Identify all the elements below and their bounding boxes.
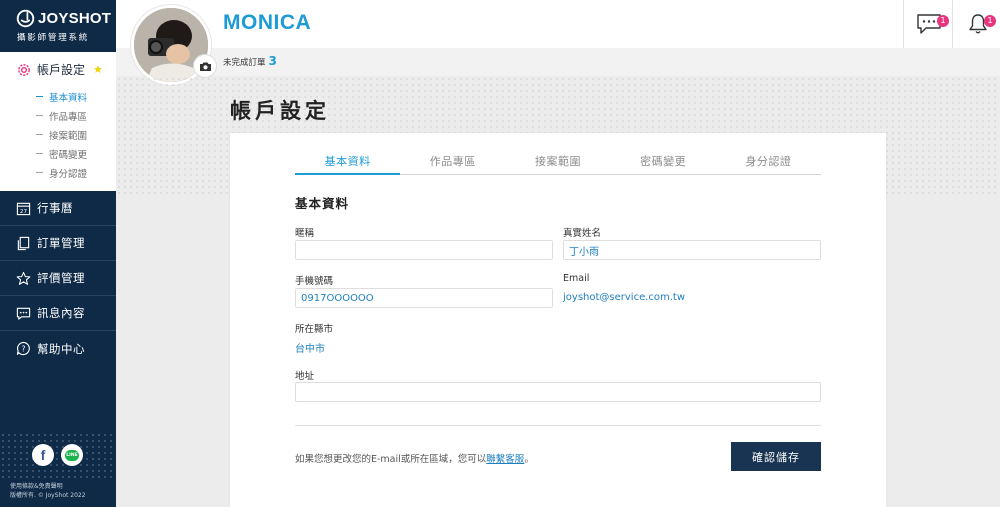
section-title: 基本資料 [295,196,350,211]
svg-text:?: ? [22,344,26,353]
address-label: 地址 [295,371,315,382]
tab-password[interactable]: 密碼變更 [611,147,716,174]
nav-item-reviews[interactable]: 評價管理 [0,261,116,296]
gear-icon [18,63,30,76]
tab-service-area[interactable]: 接案範圍 [505,147,610,174]
star-icon [16,271,31,285]
line-icon[interactable]: LINE [61,444,83,466]
sidebar-footer: 使用條款&免責聲明 版權所有. © JoyShot 2022 [10,482,86,500]
notifications-button[interactable]: 1 [952,0,1000,48]
account-settings-menu: 帳戶設定 ★ 基本資料 作品專區 接案範圍 密碼變更 身分認證 [0,52,116,191]
facebook-icon[interactable]: f [32,444,54,466]
realname-field[interactable] [563,240,821,260]
user-name: MONICA [223,11,312,34]
nav-item-messages[interactable]: 訊息內容 [0,296,116,331]
nav-item-help[interactable]: ? 幫助中心 [0,331,116,366]
realname-label: 真實姓名 [563,228,602,239]
account-tabs: 基本資料 作品專區 接案範圍 密碼變更 身分認證 [295,147,821,175]
brand[interactable]: JOYSHOT 攝影師管理系統 [0,0,116,52]
address-field[interactable] [295,382,821,402]
pending-orders-label: 未完成訂單 [223,58,266,68]
submenu-label: 基本資料 [49,92,88,104]
city-label: 所在縣市 [295,324,334,335]
chat-icon [16,307,31,320]
nickname-label: 暱稱 [295,228,315,239]
submenu-item-password[interactable]: 密碼變更 [36,144,116,163]
terms-link[interactable]: 使用條款&免責聲明 [10,482,86,491]
dash-icon [36,115,43,116]
nav-label: 評價管理 [37,271,85,285]
main-nav: 27 行事曆 訂單管理 評價管理 訊息內容 ? 幫助中心 [0,191,116,366]
camera-icon[interactable] [194,55,216,77]
email-label: Email [563,273,590,284]
pending-orders-count: 3 [268,54,277,68]
dash-icon [36,172,43,173]
brand-subtitle: 攝影師管理系統 [17,33,90,43]
calendar-icon: 27 [16,202,31,215]
tab-identity[interactable]: 身分認證 [716,147,821,174]
notification-badge: 1 [984,15,996,27]
pending-orders[interactable]: 未完成訂單 3 [223,54,277,68]
contact-note: 如果您想更改您的E-mail或所在區域，您可以 聯繫客服 。 [295,451,534,465]
account-form-card: 基本資料 作品專區 接案範圍 密碼變更 身分認證 基本資料 暱稱 真實姓名 手機… [230,133,886,507]
submenu-label: 作品專區 [49,111,88,123]
nickname-field[interactable] [295,240,553,260]
submenu-item-identity[interactable]: 身分認證 [36,163,116,182]
submenu-item-portfolio[interactable]: 作品專區 [36,106,116,125]
dash-icon [36,153,43,154]
submenu-item-service-area[interactable]: 接案範圍 [36,125,116,144]
nav-item-orders[interactable]: 訂單管理 [0,226,116,261]
joyshot-logo-icon [16,9,35,28]
page-title: 帳戶設定 [230,99,330,123]
contact-support-link[interactable]: 聯繫客服 [486,451,524,465]
submenu-label: 身分認證 [49,168,88,180]
copyright-text: 版權所有. © JoyShot 2022 [10,492,86,499]
divider [295,425,821,426]
submenu-item-basic-info[interactable]: 基本資料 [36,87,116,106]
nav-label: 訂單管理 [37,236,85,250]
star-icon: ★ [93,63,103,76]
phone-label: 手機號碼 [295,276,334,287]
contact-note-suffix: 。 [524,454,534,465]
tab-portfolio[interactable]: 作品專區 [400,147,505,174]
nav-label: 行事曆 [37,201,73,215]
svg-text:27: 27 [20,209,28,215]
dash-icon [36,96,43,97]
decorative-dots [0,432,116,478]
email-value: joyshot@service.com.tw [563,292,686,303]
account-settings-title: 帳戶設定 [37,63,86,77]
messages-button[interactable]: 1 [903,0,953,48]
dash-icon [36,134,43,135]
submenu-label: 密碼變更 [49,149,88,161]
tab-basic-info[interactable]: 基本資料 [295,147,401,175]
city-value: 台中市 [295,344,325,355]
order-icon [17,236,30,250]
contact-note-text: 如果您想更改您的E-mail或所在區域，您可以 [295,454,487,465]
save-button[interactable]: 確認儲存 [731,442,821,471]
nav-item-calendar[interactable]: 27 行事曆 [0,191,116,226]
brand-name: JOYSHOT [38,10,112,27]
sidebar: JOYSHOT 攝影師管理系統 帳戶設定 ★ 基本資料 作品專區 接案範圍 密碼… [0,0,116,507]
nav-label: 訊息內容 [37,306,85,320]
help-icon: ? [16,341,30,356]
account-settings-header[interactable]: 帳戶設定 ★ [0,52,116,87]
submenu-label: 接案範圍 [49,130,88,142]
nav-label: 幫助中心 [37,341,85,356]
phone-field[interactable] [295,288,553,308]
message-badge: 1 [937,15,949,27]
